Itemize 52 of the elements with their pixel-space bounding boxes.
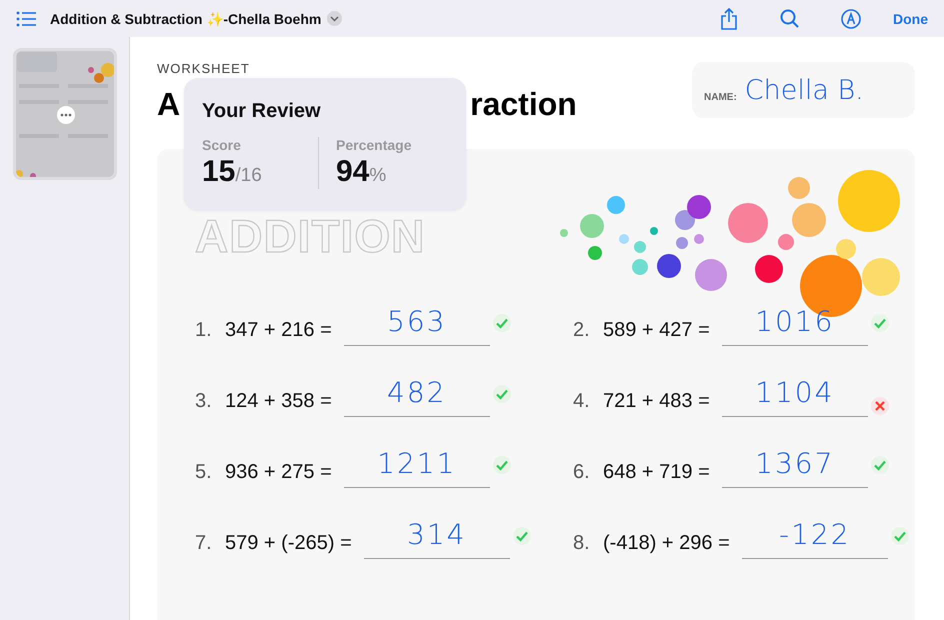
score-label: Score xyxy=(202,137,242,153)
markup-icon[interactable] xyxy=(841,8,861,28)
problem-expression: 936 + 275 = xyxy=(225,461,332,484)
caret-icon[interactable] xyxy=(327,11,342,26)
answer-value: 1104 xyxy=(755,376,834,409)
problem-number: 5. xyxy=(195,461,213,484)
percent-sign: % xyxy=(369,165,386,187)
done-button[interactable]: Done xyxy=(893,10,928,26)
problem-expression: (-418) + 296 = xyxy=(603,532,730,555)
score-total: /16 xyxy=(235,165,262,187)
answer-value: 482 xyxy=(387,376,446,409)
problem-number: 2. xyxy=(573,319,591,342)
answer-line[interactable]: 314 xyxy=(364,518,510,559)
review-title: Your Review xyxy=(202,100,322,123)
answer-value: 1211 xyxy=(377,447,456,480)
answer-line[interactable]: 1367 xyxy=(722,447,868,488)
answer-line[interactable]: 563 xyxy=(344,305,490,346)
answer-line[interactable]: 1104 xyxy=(722,376,868,417)
answer-value: 1367 xyxy=(755,447,834,480)
problem-number: 8. xyxy=(573,532,591,555)
percentage-value: 94 xyxy=(336,155,370,189)
list-icon[interactable] xyxy=(16,10,36,26)
name-value: Chella B. xyxy=(744,74,864,106)
problem-expression: 589 + 427 = xyxy=(603,319,710,342)
document-title: Addition & Subtraction ✨-Chella Boehm xyxy=(50,10,322,26)
problem-number: 7. xyxy=(195,532,213,555)
answer-line[interactable]: 1211 xyxy=(344,447,490,488)
answer-line[interactable]: 1016 xyxy=(722,305,868,346)
answer-value: 1016 xyxy=(755,305,834,338)
problem-expression: 579 + (-265) = xyxy=(225,532,352,555)
percentage-label: Percentage xyxy=(336,137,412,153)
problem-expression: 124 + 358 = xyxy=(225,390,332,413)
problem-number: 1. xyxy=(195,319,213,342)
search-icon[interactable] xyxy=(780,9,799,28)
score-value: 15 xyxy=(202,155,236,189)
name-field[interactable]: NAME: Chella B. xyxy=(692,62,915,118)
worksheet-title: A xyxy=(157,86,180,123)
answer-value: 563 xyxy=(387,305,446,338)
answer-line[interactable]: -122 xyxy=(742,518,888,559)
share-icon[interactable] xyxy=(720,8,738,30)
answer-value: -122 xyxy=(778,518,851,551)
problem-expression: 648 + 719 = xyxy=(603,461,710,484)
problem-number: 4. xyxy=(573,390,591,413)
answer-line[interactable]: 482 xyxy=(344,376,490,417)
worksheet-title: raction xyxy=(470,86,577,123)
name-label: NAME: xyxy=(704,92,737,102)
problem-expression: 347 + 216 = xyxy=(225,319,332,342)
problem-number: 3. xyxy=(195,390,213,413)
answer-value: 314 xyxy=(407,518,466,551)
worksheet-label: WORKSHEET xyxy=(157,61,251,76)
problem-number: 6. xyxy=(573,461,591,484)
problem-expression: 721 + 483 = xyxy=(603,390,710,413)
